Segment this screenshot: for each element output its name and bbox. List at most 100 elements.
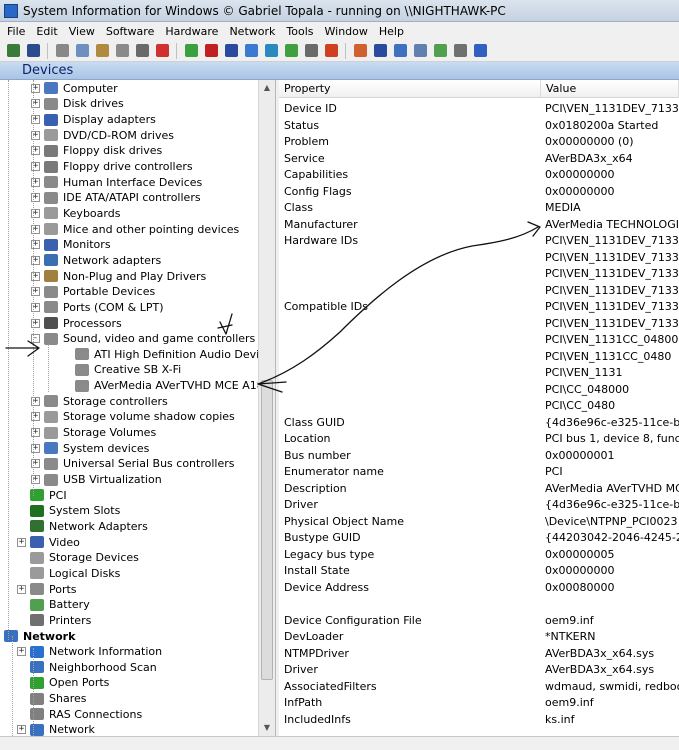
menu-hardware[interactable]: Hardware (162, 25, 226, 38)
copy-button[interactable] (73, 42, 91, 60)
expand-icon[interactable]: + (17, 725, 26, 735)
table-row[interactable]: Status 0x0180200a Started (279, 118, 679, 135)
tree-item[interactable]: + Non-Plug and Play Drivers (31, 268, 207, 284)
tree-item[interactable]: Shares (30, 691, 87, 707)
table-row[interactable]: NTMPDriver AVerBDA3x_x64.sys (279, 646, 679, 663)
help-button[interactable] (471, 42, 489, 60)
display-button[interactable] (222, 42, 240, 60)
table-row[interactable]: Service AVerBDA3x_x64 (279, 151, 679, 168)
table-row[interactable]: Install State 0x00000000 (279, 563, 679, 580)
tools-button[interactable] (451, 42, 469, 60)
tree-item[interactable]: + Monitors (31, 237, 112, 253)
scroll-down-icon[interactable]: ▼ (259, 720, 275, 736)
tree-item[interactable]: Printers (30, 613, 92, 629)
stop-button[interactable] (153, 42, 171, 60)
table-row[interactable]: Device Address 0x00080000 (279, 580, 679, 597)
tree-item[interactable]: + USB Virtualization (31, 472, 163, 488)
disc-button[interactable] (322, 42, 340, 60)
tree-item[interactable]: System Slots (30, 503, 121, 519)
tree-item[interactable]: + Network (17, 722, 96, 736)
table-row[interactable]: Capabilities 0x00000000 (279, 167, 679, 184)
tree-item[interactable]: AVerMedia AVerTVHD MCE A180 (75, 378, 258, 394)
hardware-button[interactable] (302, 42, 320, 60)
tree-item[interactable]: RAS Connections (30, 707, 143, 723)
column-header-value[interactable]: Value (541, 80, 679, 98)
print-button[interactable] (133, 42, 151, 60)
tree-item[interactable]: + Ports (17, 581, 78, 597)
table-row[interactable]: Problem 0x00000000 (0) (279, 134, 679, 151)
tree-item[interactable]: + Floppy drive controllers (31, 159, 194, 175)
table-row[interactable]: Bustype GUID {44203042-2046-4245-2043-38 (279, 530, 679, 547)
table-row[interactable]: Class MEDIA (279, 200, 679, 217)
tree-item[interactable]: + Computer (31, 81, 119, 97)
tree-item[interactable]: + Floppy disk drives (31, 143, 163, 159)
table-row[interactable]: IncludedInfs ks.inf (279, 712, 679, 729)
tree-item[interactable]: + Display adapters (31, 112, 157, 128)
menu-edit[interactable]: Edit (33, 25, 65, 38)
tree-item[interactable]: + Processors (31, 315, 123, 331)
scroll-thumb[interactable] (261, 380, 273, 680)
table-row[interactable]: PCI\VEN_1131 (279, 365, 679, 382)
column-header-property[interactable]: Property (279, 80, 541, 98)
table-row[interactable]: PCI\VEN_1131DEV_7133CC_04 (279, 283, 679, 300)
tree-item[interactable]: - Sound, video and game controllers (31, 331, 256, 347)
tree-item[interactable]: + System devices (31, 440, 150, 456)
table-row[interactable]: Bus number 0x00000001 (279, 448, 679, 465)
task-button[interactable] (431, 42, 449, 60)
cut-button[interactable] (53, 42, 71, 60)
tree-item[interactable]: PCI (30, 487, 68, 503)
tree-item[interactable]: + Universal Serial Bus controllers (31, 456, 235, 472)
table-row[interactable]: Device Configuration File oem9.inf (279, 613, 679, 630)
table-row[interactable]: Driver {4d36e96c-e325-11ce-bfc1-08 (279, 497, 679, 514)
tree-item[interactable]: Neighborhood Scan (30, 660, 158, 676)
table-row[interactable]: PCI\CC_048000 (279, 382, 679, 399)
transfer-button[interactable] (282, 42, 300, 60)
lifebuoy-button[interactable] (351, 42, 369, 60)
table-row[interactable]: DevLoader *NTKERN (279, 629, 679, 646)
property-list[interactable]: Property Value Device ID PCI\VEN_1131DEV_… (279, 80, 679, 736)
tree-item[interactable]: Storage Devices (30, 550, 140, 566)
globe-button[interactable] (262, 42, 280, 60)
table-row[interactable]: Manufacturer AVerMedia TECHNOLOGIES, I (279, 217, 679, 234)
device-tree[interactable]: + Computer + Disk drives + Display adapters + D… (0, 80, 258, 736)
table-row[interactable]: Class GUID {4d36e96c-e325-11ce-bfc1-08 (279, 415, 679, 432)
save-button[interactable] (24, 42, 42, 60)
cpu-button[interactable] (182, 42, 200, 60)
menu-view[interactable]: View (66, 25, 103, 38)
tree-item[interactable]: + Video (17, 534, 81, 550)
table-row[interactable]: Config Flags 0x00000000 (279, 184, 679, 201)
tree-item[interactable]: + Disk drives (31, 96, 125, 112)
print-preview-button[interactable] (113, 42, 131, 60)
tree-item[interactable]: Network Adapters (30, 519, 149, 535)
tree-item[interactable]: + Portable Devices (31, 284, 156, 300)
table-row[interactable]: Physical Object Name \Device\NTPNP_PCI002… (279, 514, 679, 531)
menu-help[interactable]: Help (376, 25, 412, 38)
tree-item[interactable]: + IDE ATA/ATAPI controllers (31, 190, 202, 206)
table-row[interactable]: PCI\VEN_1131DEV_7133SUBSY (279, 250, 679, 267)
table-row[interactable]: PCI\VEN_1131DEV_7133CC_04 (279, 266, 679, 283)
tree-item[interactable]: Logical Disks (30, 566, 121, 582)
table-row[interactable]: Compatible IDs PCI\VEN_1131DEV_7133REV_D (279, 299, 679, 316)
menu-window[interactable]: Window (322, 25, 376, 38)
tree-item[interactable]: ATI High Definition Audio Device (75, 347, 258, 363)
tree-item[interactable]: + Human Interface Devices (31, 174, 203, 190)
tree-item[interactable]: Battery (30, 597, 91, 613)
tree-item[interactable]: + Network adapters (31, 253, 162, 269)
menu-software[interactable]: Software (103, 25, 163, 38)
table-row[interactable]: PCI\VEN_1131CC_0480 (279, 349, 679, 366)
table-row[interactable] (279, 596, 679, 613)
tree-item[interactable]: + DVD/CD-ROM drives (31, 127, 175, 143)
menu-network[interactable]: Network (226, 25, 283, 38)
control-panel-button[interactable] (391, 42, 409, 60)
table-row[interactable]: Description AVerMedia AVerTVHD MCE A (279, 481, 679, 498)
tree-item[interactable]: + Mice and other pointing devices (31, 221, 240, 237)
security-button[interactable] (371, 42, 389, 60)
tree-item[interactable]: + Network Information (17, 644, 163, 660)
table-row[interactable]: Hardware IDs PCI\VEN_1131DEV_7133SUBSY (279, 233, 679, 250)
tree-item[interactable]: Open Ports (30, 675, 110, 691)
table-row[interactable]: Driver AVerBDA3x_x64.sys (279, 662, 679, 679)
tree-scrollbar[interactable]: ▲ ▼ (258, 80, 275, 736)
table-row[interactable]: Enumerator name PCI (279, 464, 679, 481)
table-row[interactable]: Legacy bus type 0x00000005 (279, 547, 679, 564)
menu-tools[interactable]: Tools (283, 25, 321, 38)
